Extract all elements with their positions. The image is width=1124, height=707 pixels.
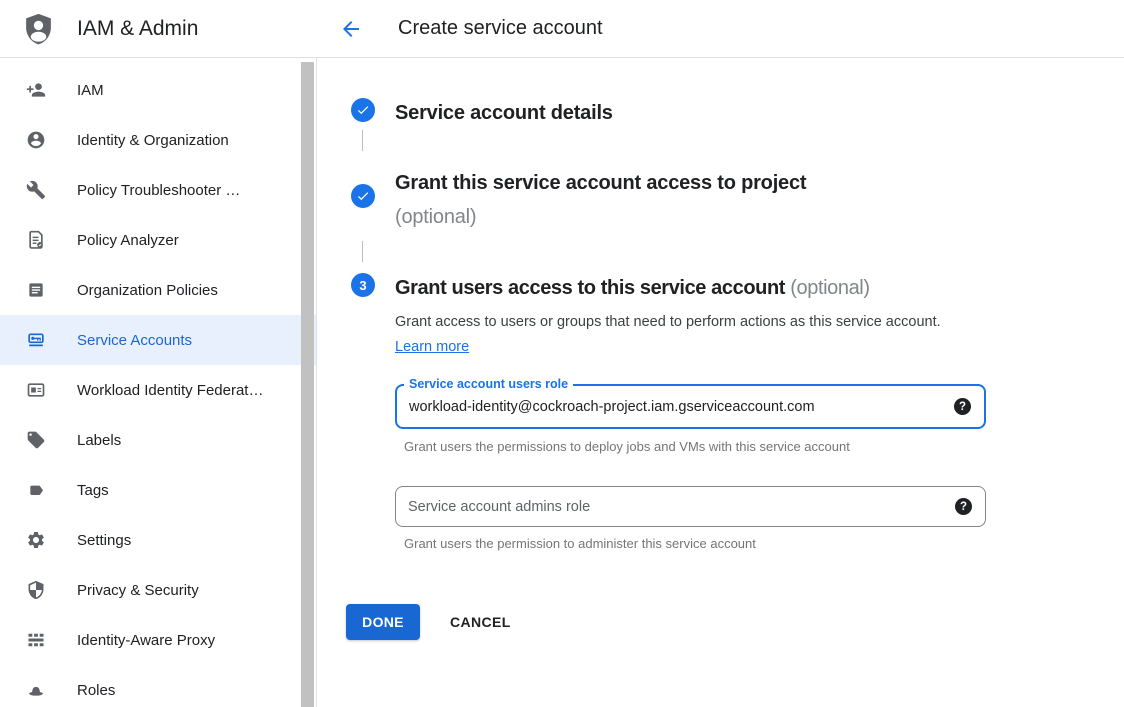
step1-title-text: Service account details	[395, 102, 613, 124]
sidebar-item-tags[interactable]: Tags	[0, 465, 316, 515]
sidebar-item-labels[interactable]: Labels	[0, 415, 316, 465]
create-service-account-page: IAM & Admin Create service account IAM I…	[0, 0, 1124, 707]
sidebar-item-service-accounts[interactable]: Service Accounts	[0, 315, 316, 365]
back-arrow-icon	[339, 17, 363, 41]
hat-icon	[26, 680, 46, 700]
iam-admin-home-link[interactable]: IAM & Admin	[22, 0, 198, 57]
gear-icon	[26, 530, 46, 550]
top-app-bar: IAM & Admin Create service account	[0, 0, 1124, 58]
sidebar-item-identity-aware-proxy[interactable]: Identity-Aware Proxy	[0, 615, 316, 665]
users-role-field[interactable]: Service account users role ?	[395, 384, 986, 429]
admins-role-help-icon[interactable]: ?	[955, 498, 972, 515]
admins-role-input[interactable]	[396, 487, 926, 526]
done-button[interactable]: DONE	[346, 604, 420, 640]
sidebar-item-label: Policy Analyzer	[77, 232, 179, 249]
sidebar-item-label: Roles	[77, 682, 115, 699]
step2-title-text: Grant this service account access to pro…	[395, 172, 806, 194]
page-title: Create service account	[398, 0, 603, 57]
sidebar-item-label: Identity-Aware Proxy	[77, 632, 215, 649]
sidebar-item-label: Privacy & Security	[77, 582, 199, 599]
person-add-icon	[26, 80, 46, 100]
step2-complete-badge	[351, 184, 375, 208]
list-card-icon	[26, 280, 46, 300]
step3-title: Grant users access to this service accou…	[395, 271, 1035, 305]
shield-icon	[26, 580, 46, 600]
iam-admin-sidebar: IAM Identity & Organization Policy Troub…	[0, 58, 317, 707]
step3-description-text: Grant access to users or groups that nee…	[395, 314, 941, 330]
account-circle-icon	[26, 130, 46, 150]
sidebar-scrollbar[interactable]	[301, 62, 314, 707]
step1-title[interactable]: Service account details	[395, 96, 995, 130]
sidebar-item-label: Service Accounts	[77, 332, 192, 349]
sidebar-nav: IAM Identity & Organization Policy Troub…	[0, 58, 316, 707]
sidebar-item-label: Policy Troubleshooter …	[77, 182, 240, 199]
users-role-field-label: Service account users role	[404, 377, 573, 391]
product-name: IAM & Admin	[77, 17, 198, 41]
step3-number: 3	[359, 278, 366, 293]
sidebar-item-label: Tags	[77, 482, 109, 499]
users-role-helper-text: Grant users the permissions to deploy jo…	[404, 439, 850, 454]
check-icon	[356, 189, 370, 203]
users-role-help-icon[interactable]: ?	[954, 398, 971, 415]
step1-complete-badge	[351, 98, 375, 122]
sidebar-item-roles[interactable]: Roles	[0, 665, 316, 707]
iam-shield-logo-icon	[22, 11, 55, 47]
sidebar-item-settings[interactable]: Settings	[0, 515, 316, 565]
identity-card-icon	[26, 380, 46, 400]
sidebar-item-privacy-security[interactable]: Privacy & Security	[0, 565, 316, 615]
step-connector	[362, 241, 363, 262]
sidebar-item-label: IAM	[77, 82, 104, 99]
check-icon	[356, 103, 370, 117]
sidebar-item-label: Labels	[77, 432, 121, 449]
step3-number-badge: 3	[351, 273, 375, 297]
sidebar-item-label: Settings	[77, 532, 131, 549]
step3-optional-text: (optional)	[790, 277, 869, 299]
wrench-icon	[26, 180, 46, 200]
service-account-key-icon	[26, 330, 46, 350]
label-tag-icon	[26, 430, 46, 450]
sidebar-item-organization-policies[interactable]: Organization Policies	[0, 265, 316, 315]
cancel-button[interactable]: CANCEL	[450, 604, 511, 640]
document-analyzer-icon	[26, 230, 46, 250]
users-role-input[interactable]	[397, 386, 927, 427]
admins-role-helper-text: Grant users the permission to administer…	[404, 536, 756, 551]
sidebar-item-iam[interactable]: IAM	[0, 65, 316, 115]
learn-more-link[interactable]: Learn more	[395, 339, 469, 355]
step3-description: Grant access to users or groups that nee…	[395, 310, 955, 360]
step2-title[interactable]: Grant this service account access to pro…	[395, 166, 900, 234]
sidebar-item-label: Organization Policies	[77, 282, 218, 299]
admins-role-field[interactable]: ?	[395, 486, 986, 527]
sidebar-item-policy-troubleshooter[interactable]: Policy Troubleshooter …	[0, 165, 316, 215]
step3-title-text: Grant users access to this service accou…	[395, 277, 785, 299]
step-connector	[362, 130, 363, 151]
step2-optional-text: (optional)	[395, 200, 900, 234]
back-button[interactable]	[339, 0, 365, 57]
sidebar-item-label: Identity & Organization	[77, 132, 229, 149]
tag-arrow-icon	[26, 480, 46, 500]
sidebar-item-identity-organization[interactable]: Identity & Organization	[0, 115, 316, 165]
sidebar-item-workload-identity-federation[interactable]: Workload Identity Federat…	[0, 365, 316, 415]
sidebar-item-label: Workload Identity Federat…	[77, 382, 263, 399]
sidebar-item-policy-analyzer[interactable]: Policy Analyzer	[0, 215, 316, 265]
proxy-icon	[26, 630, 46, 650]
